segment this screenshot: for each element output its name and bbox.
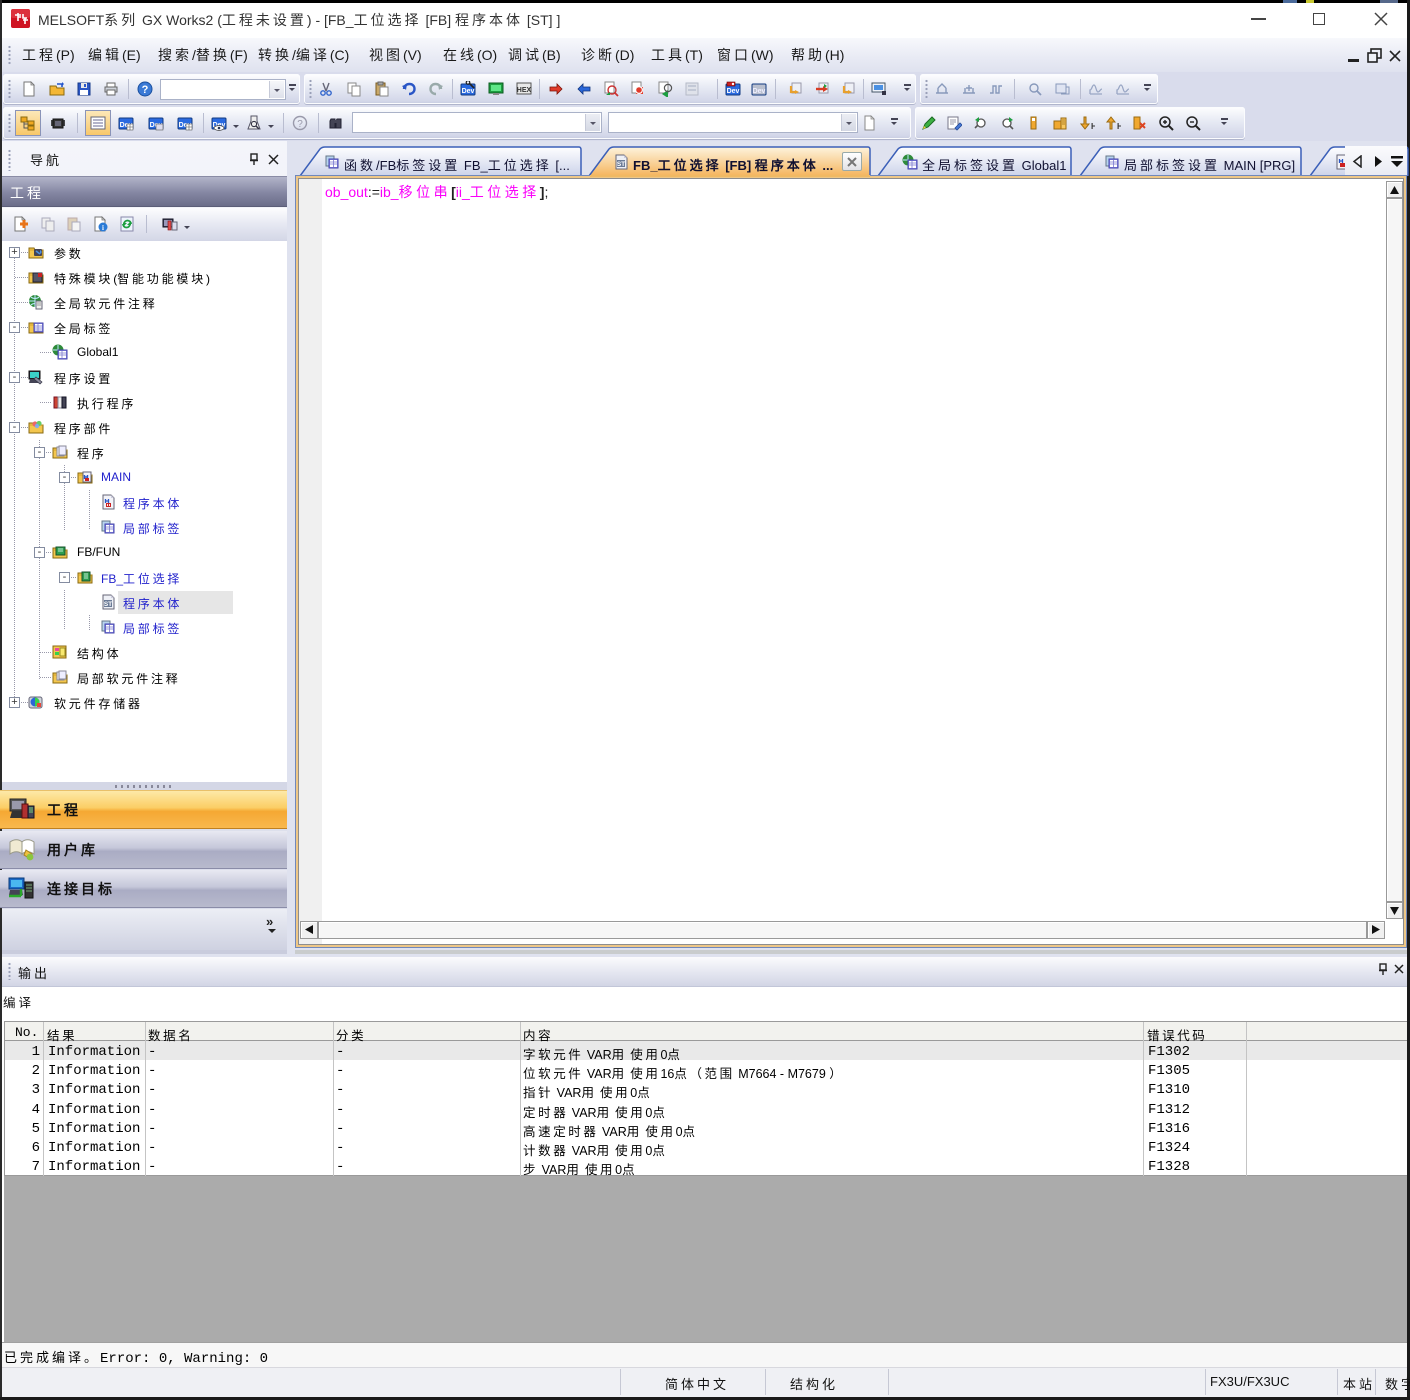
svg-text:Dev: Dev (462, 88, 475, 95)
svg-text:Dev: Dev (727, 88, 740, 95)
svg-text:ST: ST (617, 161, 625, 168)
svg-text:H: H (1091, 122, 1095, 131)
svg-text:?: ? (142, 84, 149, 96)
svg-text:Dev: Dev (753, 88, 766, 95)
svg-text:ST: ST (104, 601, 112, 608)
svg-text:H: H (1117, 122, 1121, 131)
svg-text:?: ? (297, 119, 303, 130)
svg-text:i: i (102, 224, 104, 232)
svg-text:HEX: HEX (517, 87, 532, 94)
